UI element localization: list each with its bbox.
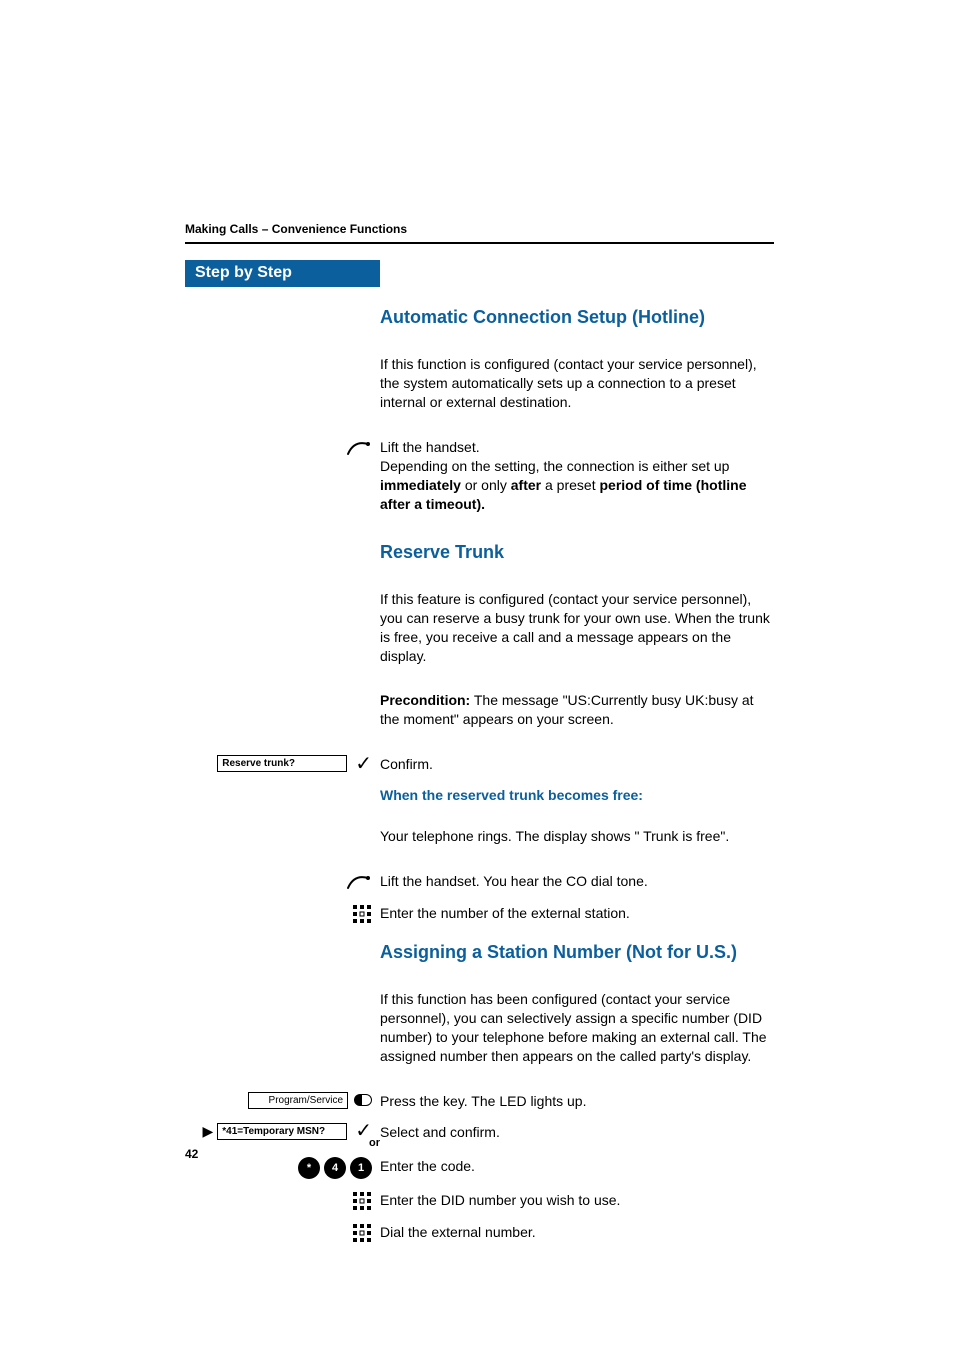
key-star: * — [298, 1157, 320, 1179]
page-header: Making Calls – Convenience Functions — [185, 222, 774, 244]
assign-intro: If this function has been configured (co… — [380, 990, 774, 1066]
temporary-msn-display: *41=Temporary MSN? — [217, 1123, 347, 1140]
handset-lift-icon — [344, 438, 372, 458]
hotline-preset-text: a preset — [541, 477, 599, 493]
hotline-title: Automatic Connection Setup (Hotline) — [380, 305, 774, 329]
hotline-intro: If this function is configured (contact … — [380, 355, 774, 412]
hotline-immediately: immediately — [380, 477, 461, 493]
key-1: 1 — [350, 1157, 372, 1179]
assign-press-key: Press the key. The LED lights up. — [380, 1092, 774, 1111]
reserve-intro: If this feature is configured (contact y… — [380, 590, 774, 666]
page-number: 42 — [185, 1147, 198, 1161]
hotline-lift-prefix: Lift the handset. — [380, 439, 480, 455]
reserve-precondition: Precondition: The message "US:Currently … — [380, 691, 774, 729]
reserve-title: Reserve Trunk — [380, 540, 774, 564]
reserve-lift: Lift the handset. You hear the CO dial t… — [380, 872, 774, 891]
hotline-lift-handset: Lift the handset. Depending on the setti… — [380, 438, 774, 514]
assign-dial-ext: Dial the external number. — [380, 1223, 774, 1242]
hotline-body1: Depending on the setting, the connection… — [380, 458, 729, 474]
code-keys: * 4 1 — [298, 1157, 372, 1179]
reserve-sub-heading: When the reserved trunk becomes free: — [380, 786, 774, 805]
keypad-icon — [352, 1191, 372, 1211]
check-icon: ✓ — [355, 1124, 372, 1138]
assign-select-confirm: Select and confirm. — [380, 1123, 774, 1142]
assign-enter-code: Enter the code. — [380, 1157, 774, 1176]
step-by-step-heading: Step by Step — [185, 260, 380, 287]
keypad-icon — [352, 904, 372, 924]
precondition-label: Precondition: — [380, 692, 470, 708]
check-icon: ✓ — [355, 757, 372, 771]
reserve-display-box: Reserve trunk? — [217, 755, 347, 772]
handset-lift-icon — [344, 872, 372, 892]
program-service-key: Program/Service — [248, 1092, 348, 1109]
reserve-confirm: Confirm. — [380, 755, 774, 774]
hotline-or-only: or only — [461, 477, 511, 493]
key-4: 4 — [324, 1157, 346, 1179]
hotline-after: after — [511, 477, 541, 493]
led-icon — [354, 1094, 372, 1106]
arrow-icon: ▶ — [202, 1123, 213, 1140]
reserve-enter: Enter the number of the external station… — [380, 904, 774, 923]
assign-enter-did: Enter the DID number you wish to use. — [380, 1191, 774, 1210]
assign-title: Assigning a Station Number (Not for U.S.… — [380, 940, 774, 964]
reserve-ring: Your telephone rings. The display shows … — [380, 827, 774, 846]
keypad-icon — [352, 1223, 372, 1243]
